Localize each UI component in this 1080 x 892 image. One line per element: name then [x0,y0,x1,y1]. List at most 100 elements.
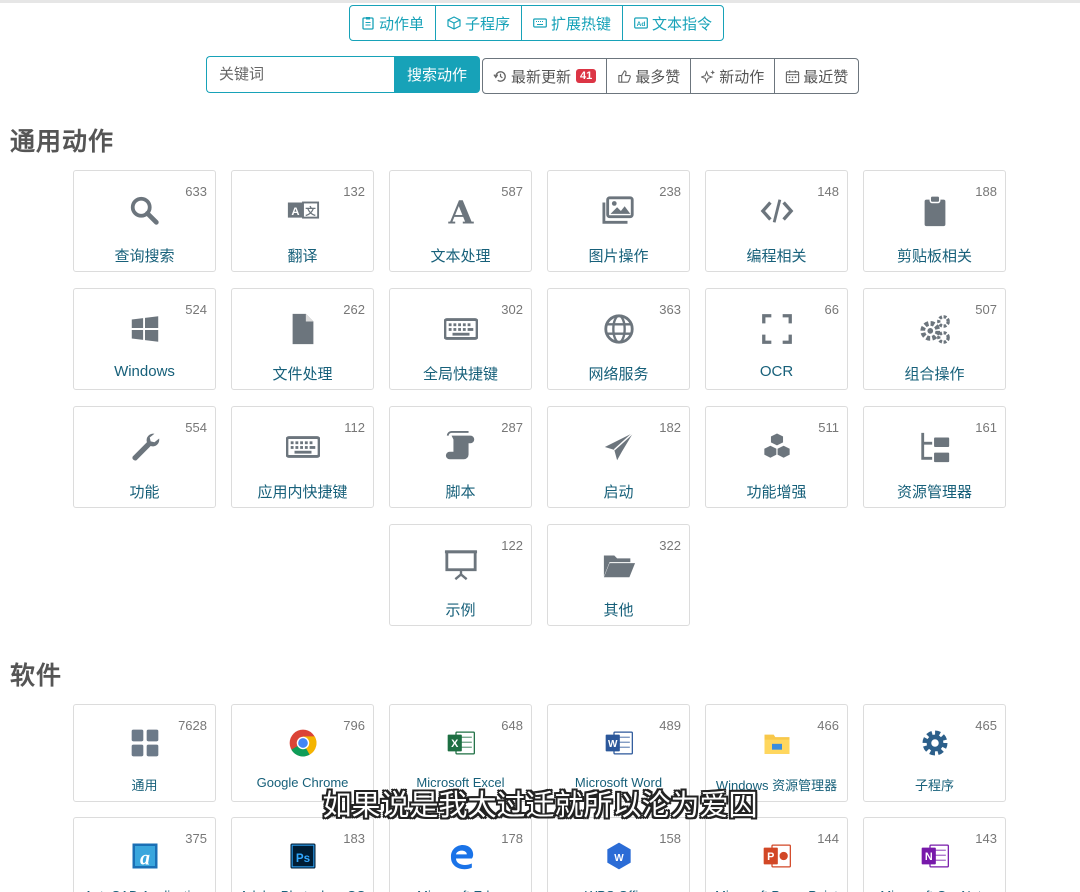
category-card[interactable]: 375 a AutoCAD Application [73,817,216,892]
translate-icon: A文 [285,193,321,229]
category-card[interactable]: 287 脚本 [389,406,532,508]
card-label: 文件处理 [272,366,333,383]
svg-text:X: X [451,738,459,750]
sort-most-liked-button[interactable]: 最多赞 [607,59,692,93]
card-count: 466 [817,718,839,733]
tab-label: 文本指令 [652,15,713,33]
card-label: 翻译 [287,248,318,265]
history-icon [493,70,506,82]
code-icon [759,193,795,229]
card-label: 功能 [129,484,160,501]
folder-open-icon [601,547,637,583]
card-label: Windows [114,363,175,380]
tab-action-list[interactable]: 动作单 [350,6,437,40]
keyboard-icon [285,429,321,465]
card-label: 脚本 [445,484,476,501]
category-card[interactable]: 322 其他 [547,524,690,626]
category-card[interactable]: 178 Microsoft Edge [389,817,532,892]
category-card[interactable]: 554 功能 [73,406,216,508]
card-label: Microsoft PowerPoint [706,888,847,892]
sort-label: 最多赞 [635,68,681,86]
card-count: 66 [824,302,839,317]
powerpoint-icon: P [761,840,793,872]
tab-hotkeys[interactable]: 扩展热键 [522,6,624,40]
search-bar: 搜索动作 [206,56,480,93]
category-card[interactable]: 66 OCR [705,288,848,390]
card-label: 功能增强 [746,484,807,501]
category-card[interactable]: 183 Ps Adobe Photoshop CC [231,817,374,892]
gear-icon [919,727,951,759]
card-count: 322 [659,538,681,553]
svg-text:文: 文 [304,205,316,218]
sort-new-button[interactable]: 新动作 [691,59,776,93]
card-label: Microsoft OneNote [864,888,1005,892]
windows-icon [127,311,163,347]
file-icon [285,311,321,347]
scroll-icon [443,429,479,465]
sort-label: 最新更新 [511,68,572,86]
card-count: 183 [343,831,365,846]
card-count: 287 [501,420,523,435]
category-card[interactable]: 132 A 文翻译 [231,170,374,272]
category-card[interactable]: 112 应用内快捷键 [231,406,374,508]
category-card[interactable]: 122 示例 [389,524,532,626]
category-card[interactable]: 182 启动 [547,406,690,508]
category-card[interactable]: 363 网络服务 [547,288,690,390]
card-label: 文本处理 [430,248,491,265]
card-count: 633 [185,184,207,199]
svg-text:A: A [291,206,299,218]
category-card[interactable]: 633 查询搜索 [73,170,216,272]
category-card[interactable]: 511 功能增强 [705,406,848,508]
card-count: 161 [975,420,997,435]
card-label: 其他 [603,602,634,619]
card-count: 524 [185,302,207,317]
section-title-software: 软件 [10,662,63,690]
tab-subroutine[interactable]: 子程序 [436,6,523,40]
svg-text:Ps: Ps [295,852,309,865]
card-label: Microsoft Edge [390,888,531,892]
svg-text:N: N [924,851,932,863]
sort-latest-button[interactable]: 最新更新 41 [483,59,608,93]
tab-label: 动作单 [379,15,425,33]
tab-text-commands[interactable]: Ad 文本指令 [623,6,723,40]
category-card[interactable]: 161 资源管理器 [863,406,1006,508]
card-label: 示例 [445,602,476,619]
edge-icon [445,840,477,872]
category-card[interactable]: 238 图片操作 [547,170,690,272]
category-card[interactable]: 524 Windows [73,288,216,390]
card-label: AutoCAD Application [74,888,215,892]
category-card[interactable]: 188 剪贴板相关 [863,170,1006,272]
search-input[interactable] [206,56,394,93]
card-count: 511 [818,420,839,435]
video-subtitle: 如果说是我太过迁就所以沦为爱囚 [322,790,758,822]
cube-icon [447,16,461,30]
photoshop-icon: Ps [287,840,319,872]
sort-recent-liked-button[interactable]: 最近赞 [775,59,858,93]
category-card[interactable]: 507 组合操作 [863,288,1006,390]
category-card[interactable]: 262 文件处理 [231,288,374,390]
category-card[interactable]: 143 N Microsoft OneNote [863,817,1006,892]
card-count: 158 [659,831,681,846]
card-count: 648 [501,718,523,733]
wps-icon: W [603,840,635,872]
cogs-icon [917,311,953,347]
excel-icon: X [445,727,477,759]
card-label: 资源管理器 [896,484,972,501]
card-count: 375 [185,831,207,846]
chrome-icon [287,727,319,759]
explorer-icon [761,727,793,759]
card-count: 489 [659,718,681,733]
sort-label: 新动作 [719,68,765,86]
card-label: 应用内快捷键 [257,484,348,501]
category-card[interactable]: 148 编程相关 [705,170,848,272]
category-card[interactable]: 144 P Microsoft PowerPoint [705,817,848,892]
expand-icon [759,311,795,347]
search-button[interactable]: 搜索动作 [394,56,480,93]
category-card[interactable]: 158 W WPS Office [547,817,690,892]
card-label: 启动 [603,484,634,501]
category-card[interactable]: 587 A 文本处理 [389,170,532,272]
clipboard-icon [917,193,953,229]
category-card[interactable]: 302 全局快捷键 [389,288,532,390]
section-title-general: 通用动作 [10,128,115,156]
card-count: 188 [975,184,997,199]
